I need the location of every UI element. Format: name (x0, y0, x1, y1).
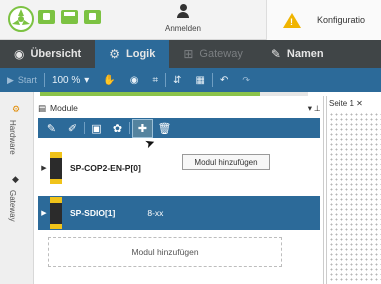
module-info: 8-xx (147, 208, 164, 218)
add-module-slot[interactable]: Modul hinzufügen (48, 237, 282, 267)
hardware-icon: ⚙ (12, 104, 21, 114)
configuration-label: Konfiguratio (317, 15, 366, 25)
module-name: SP-COP2-EN-P[0] (70, 163, 141, 173)
expand-arrow-icon[interactable]: ▶ (38, 164, 50, 172)
separator (129, 122, 130, 134)
tab-label: Übersicht (30, 48, 82, 60)
start-label: Start (17, 75, 37, 85)
rail-tab-hardware[interactable]: Hardware (8, 120, 17, 155)
expand-arrow-icon[interactable]: ▶ (38, 209, 50, 217)
logic-canvas[interactable] (329, 112, 381, 282)
tab-overview[interactable]: ◉ Übersicht (0, 40, 95, 68)
edit-icon[interactable]: ✎ (42, 120, 61, 137)
logic-icon: ⚙ (109, 47, 120, 61)
start-button[interactable]: ▶ Start (0, 68, 44, 92)
page-panel: Seite 1 ✕ (326, 96, 381, 284)
chevron-down-icon: ▾ (84, 74, 90, 86)
tab-label: Namen (286, 48, 324, 60)
side-rail: ⚙ Hardware ◆ Gateway (0, 92, 34, 284)
rail-tab-gateway[interactable]: Gateway (8, 190, 17, 222)
tab-logic[interactable]: ⚙ Logik (95, 40, 170, 68)
save-icon[interactable] (61, 10, 78, 24)
align-icon[interactable]: ⇵ (166, 68, 188, 92)
gateway-rail-icon: ◆ (12, 174, 19, 184)
grid-icon[interactable]: ▦ (189, 68, 212, 92)
device-icon (50, 197, 62, 229)
device-icon (50, 152, 62, 184)
redo-icon[interactable]: ↷ (235, 68, 257, 92)
connect-icon[interactable]: ⌗ (146, 68, 166, 92)
pin-icon[interactable]: ▾ ⟂ (308, 103, 320, 114)
configuration-tab[interactable]: ! Konfiguratio (266, 0, 381, 40)
login-button[interactable]: Anmelden (158, 4, 208, 38)
play-icon: ▶ (7, 74, 14, 85)
pencil-icon: ✎ (270, 47, 281, 61)
tab-gateway[interactable]: ⊞ Gateway (169, 40, 256, 68)
logic-toolbar: ▶ Start 100 % ▾ ✋ ◉ ⌗ ⇵ ▦ ↶ ↷ (0, 68, 381, 92)
user-icon (177, 4, 189, 18)
tab-names[interactable]: ✎ Namen (257, 40, 338, 68)
tab-label: Logik (126, 48, 156, 60)
tab-label: Gateway (199, 48, 243, 60)
login-label: Anmelden (164, 24, 202, 33)
module-list-icon: ▤ (38, 102, 47, 113)
copy-module-icon[interactable]: ▣ (87, 120, 106, 137)
gateway-icon: ⊞ (183, 47, 194, 61)
panel-header: ▤ Module ▾ ⟂ (38, 101, 320, 115)
separator (84, 122, 85, 134)
settings-icon[interactable]: ✿ (108, 120, 127, 137)
pan-hand-icon[interactable]: ✋ (96, 68, 122, 92)
eye-icon: ◉ (14, 47, 25, 61)
quick-actions (38, 7, 128, 27)
main-nav: ◉ Übersicht ⚙ Logik ⊞ Gateway ✎ Namen (0, 40, 381, 68)
module-panel: ▤ Module ▾ ⟂ ✎ ✐ ▣ ✿ ✚ 🗑 Modul hinzufüge… (34, 96, 324, 284)
undo-icon[interactable]: ↶ (213, 68, 235, 92)
delete-icon[interactable]: 🗑 (155, 120, 174, 137)
page-tab-label: Seite 1 (329, 99, 354, 108)
module-toolbar: ✎ ✐ ▣ ✿ ✚ 🗑 (38, 118, 320, 138)
module-row-selected[interactable]: ▶ SP-SDIO[1] 8-xx (38, 196, 320, 230)
view-eye-icon[interactable]: ◉ (123, 68, 146, 92)
module-row[interactable]: ▶ SP-COP2-EN-P[0] (38, 150, 320, 186)
page-tab[interactable]: Seite 1 ✕ (329, 99, 363, 108)
close-icon[interactable]: ✕ (356, 99, 363, 108)
app-logo-icon (8, 6, 34, 32)
panel-title: Module (50, 103, 78, 113)
edit-alt-icon[interactable]: ✐ (63, 120, 82, 137)
zoom-select[interactable]: 100 % ▾ (45, 68, 96, 92)
transfer-icon[interactable] (84, 10, 101, 24)
warning-icon: ! (283, 12, 301, 28)
download-icon[interactable] (38, 10, 55, 24)
module-name: SP-SDIO[1] (70, 208, 116, 218)
zoom-value: 100 % (51, 74, 81, 86)
